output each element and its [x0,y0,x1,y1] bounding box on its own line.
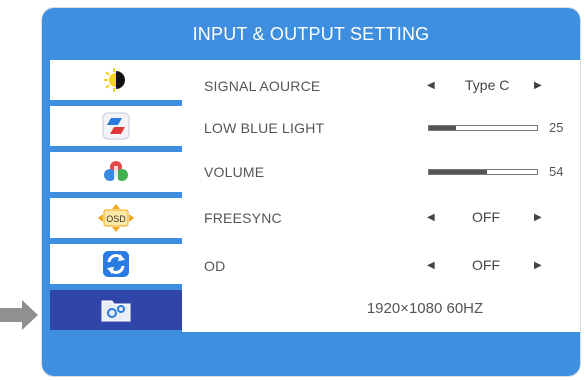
osd-footer [42,332,580,376]
setting-od[interactable]: OD ◀ OFF ▶ [182,246,580,286]
arrow-left-icon[interactable]: ◀ [427,260,435,271]
sidebar-item-reset[interactable] [50,244,182,284]
setting-label: FREESYNC [204,210,282,226]
setting-label: LOW BLUE LIGHT [204,120,325,136]
arrow-right-icon[interactable]: ▶ [534,80,542,91]
brightness-contrast-icon [104,68,125,92]
arrow-right-icon[interactable]: ▶ [534,212,542,223]
setting-value: 54 [549,164,564,179]
osd-menu: INPUT & OUTPUT SETTING OSD SIGNAL AOURCE… [42,8,580,376]
setting-label: SIGNAL AOURCE [204,78,321,94]
sidebar-item-color-settings[interactable] [50,152,182,192]
slider-track[interactable] [428,169,538,175]
slider-fill [429,126,456,130]
setting-signal-source[interactable]: SIGNAL AOURCE ◀ Type C ▶ [182,66,580,106]
setting-value: Type C [465,77,510,93]
setting-label: OD [204,258,226,274]
svg-text:OSD: OSD [106,214,126,224]
setting-value: OFF [472,209,500,225]
page-title: INPUT & OUTPUT SETTING [192,23,430,44]
setting-freesync[interactable]: FREESYNC ◀ OFF ▶ [182,198,580,238]
setting-value: OFF [472,257,500,273]
sidebar-item-osd[interactable]: OSD [50,198,182,238]
arrow-left-icon[interactable]: ◀ [427,212,435,223]
arrow-right-icon[interactable]: ▶ [534,260,542,271]
input-output-settings-icon [101,300,131,322]
setting-label: VOLUME [204,164,265,180]
sidebar-item-input-output[interactable] [50,290,182,330]
osd-header: INPUT & OUTPUT SETTING [42,8,580,60]
selection-pointer-arrow-icon [0,300,38,330]
sidebar-item-brightness[interactable] [50,60,182,100]
resolution-status: 1920×1080 60HZ [366,300,484,317]
osd-icon: OSD [98,204,134,232]
reset-icon [103,251,129,277]
slider-track[interactable] [428,125,538,131]
slider-fill [429,170,488,174]
color-settings-icon [104,161,128,181]
setting-volume[interactable]: VOLUME 54 [182,152,580,192]
color-icon [102,112,130,140]
arrow-left-icon[interactable]: ◀ [427,80,435,91]
sidebar-item-color[interactable] [50,106,182,146]
setting-low-blue-light[interactable]: LOW BLUE LIGHT 25 [182,108,580,148]
settings-panel: SIGNAL AOURCE ◀ Type C ▶ LOW BLUE LIGHT … [182,60,580,332]
sidebar: OSD [42,60,182,332]
setting-value: 25 [549,120,564,135]
